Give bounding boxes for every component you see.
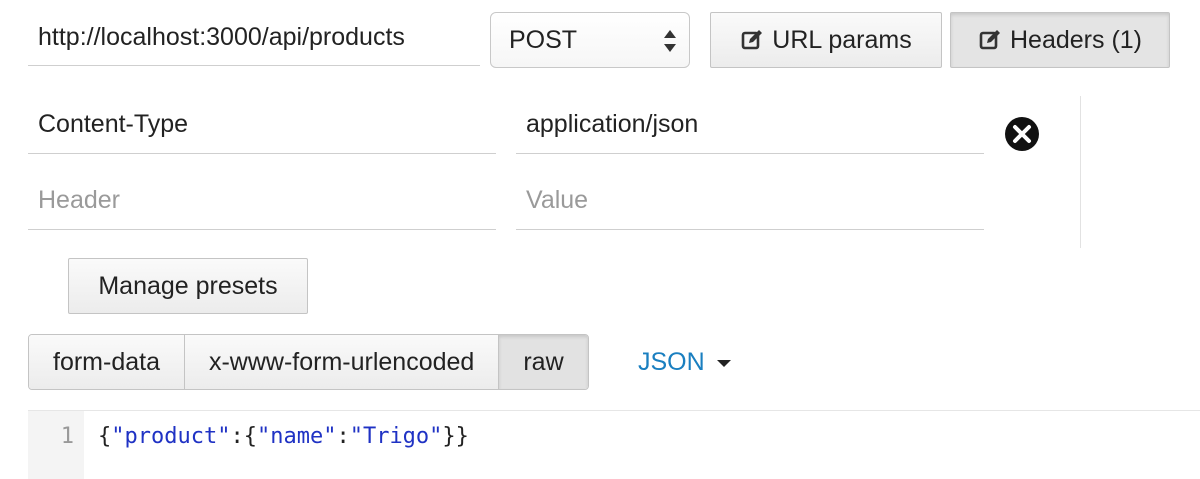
body-type-form-data[interactable]: form-data: [29, 335, 185, 389]
code-token: }}: [442, 424, 469, 449]
method-select[interactable]: POST: [490, 12, 690, 68]
code-token: "name": [256, 424, 337, 449]
manage-presets-button[interactable]: Manage presets: [68, 258, 308, 314]
headers-label: Headers (1): [1010, 26, 1142, 54]
caret-down-icon: [716, 359, 731, 367]
close-circle-icon[interactable]: [1004, 116, 1040, 152]
raw-format-label: JSON: [638, 348, 705, 376]
header-value-input[interactable]: application/json: [516, 96, 984, 154]
headers-button[interactable]: Headers (1): [950, 12, 1170, 68]
raw-format-dropdown[interactable]: JSON: [638, 334, 731, 390]
body-type-urlencoded[interactable]: x-www-form-urlencoded: [184, 335, 500, 389]
body-type-raw[interactable]: raw: [499, 335, 588, 389]
line-number: 1: [28, 411, 84, 479]
url-params-button[interactable]: URL params: [710, 12, 942, 68]
code-editor[interactable]: 1 {"product":{"name":"Trigo"}}: [28, 410, 1200, 479]
code-line[interactable]: {"product":{"name":"Trigo"}}: [98, 411, 469, 463]
code-token: :: [230, 424, 244, 449]
code-token: {: [98, 424, 112, 449]
code-token: "Trigo": [349, 424, 443, 449]
panel-divider: [1080, 96, 1081, 248]
up-down-arrows-icon: [664, 30, 676, 52]
edit-icon: [979, 30, 1000, 50]
edit-icon: [741, 30, 763, 50]
url-params-label: URL params: [772, 26, 912, 54]
code-token: "product": [111, 424, 231, 449]
url-input[interactable]: http://localhost:3000/api/products: [28, 10, 480, 66]
body-type-segmented-control: form-data x-www-form-urlencoded raw: [28, 334, 589, 390]
header-key-input[interactable]: Content-Type: [28, 96, 496, 154]
code-token: {: [243, 424, 257, 449]
new-header-key-input[interactable]: Header: [28, 172, 496, 230]
method-select-value: POST: [509, 26, 578, 54]
code-token: :: [336, 424, 350, 449]
new-header-value-input[interactable]: Value: [516, 172, 984, 230]
